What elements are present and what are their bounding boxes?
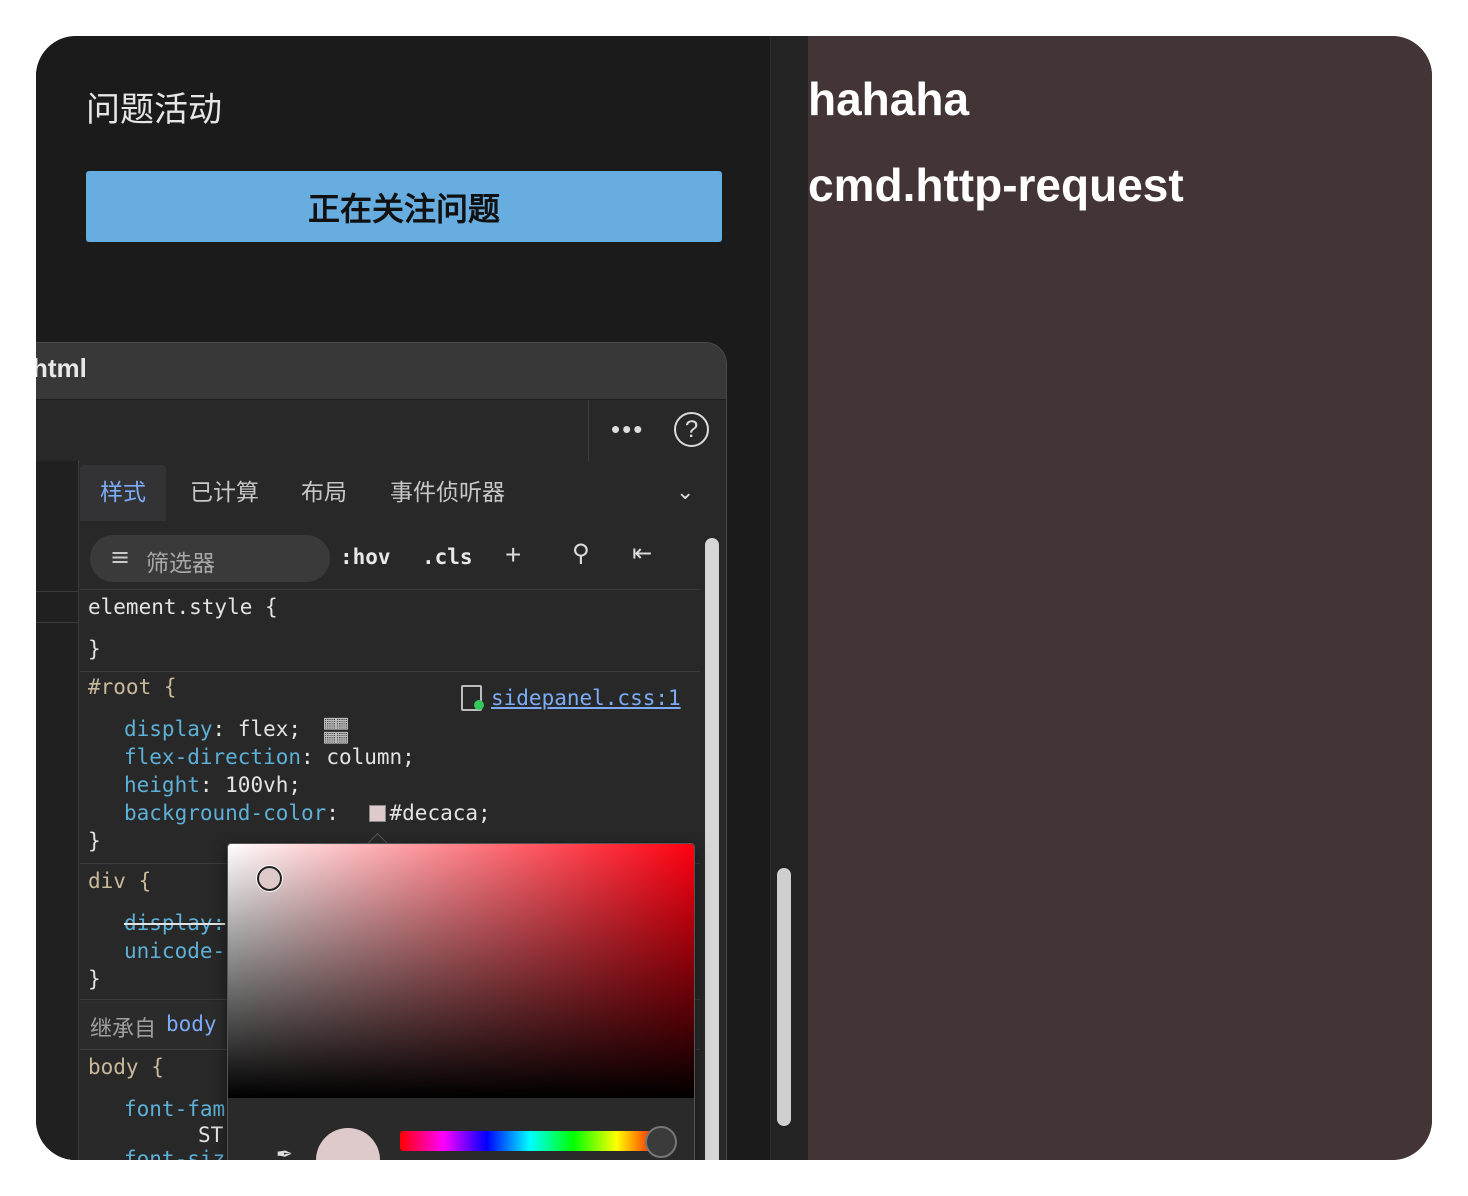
div-rule-selector[interactable]: div { (88, 869, 151, 893)
decl-height[interactable]: height: 100vh; (124, 773, 301, 797)
cls-button[interactable]: .cls (422, 545, 473, 569)
devtools-titlebar[interactable]: html (36, 343, 726, 400)
browser-window: 问题活动 正在关注问题 html ••• ? 样式 已计算 布局 事件侦听器 ⌄ (36, 36, 1432, 1160)
element-style-close: } (88, 637, 101, 661)
decl-display[interactable]: display: flex; (124, 717, 301, 741)
chevron-down-icon[interactable]: ⌄ (676, 479, 694, 505)
saturation-area[interactable] (228, 844, 694, 1098)
page-heading-1: hahaha (808, 73, 970, 125)
inherited-from-link[interactable]: body (166, 1012, 217, 1036)
paint-brush-icon[interactable]: ⚲ (572, 539, 590, 568)
styles-filter-input[interactable]: ≡ 筛选器 (90, 535, 330, 582)
tab-computed[interactable]: 已计算 (190, 465, 259, 521)
side-panel: 问题活动 正在关注问题 html ••• ? 样式 已计算 布局 事件侦听器 ⌄ (36, 36, 770, 1160)
help-circle-icon[interactable]: ? (674, 412, 709, 447)
root-rule-close: } (88, 829, 101, 853)
hue-slider[interactable] (400, 1131, 660, 1151)
decl-div-display[interactable]: display: (124, 911, 225, 935)
decl-body-font-family[interactable]: font-fam (124, 1097, 225, 1121)
more-horizontal-icon[interactable]: ••• (611, 414, 644, 445)
div-rule-close: } (88, 967, 101, 991)
devtools-title: html (36, 353, 87, 383)
eyedropper-icon[interactable]: ✒ (276, 1142, 293, 1160)
filter-icon: ≡ (110, 543, 131, 571)
source-link[interactable]: sidepanel.css:1 (491, 686, 681, 710)
page-heading-2: cmd.http-request (808, 159, 1184, 211)
tab-event-listeners[interactable]: 事件侦听器 (390, 465, 505, 521)
decl-prop: font-siz (124, 1147, 226, 1160)
tab-layout[interactable]: 布局 (301, 465, 347, 521)
decl-value: column; (326, 745, 415, 769)
flexbox-editor-icon[interactable]: ▦▦ ▦▦ (324, 712, 348, 746)
toolbar-divider (588, 400, 589, 461)
styles-toolbar: ≡ 筛选器 :hov .cls + ⚲ ⇤ (80, 525, 700, 590)
decl-prop: flex-direction (124, 745, 302, 769)
styles-scrollbar[interactable] (705, 538, 719, 1160)
body-rule-selector[interactable]: body { (88, 1055, 164, 1079)
root-rule-selector[interactable]: #root { (88, 675, 177, 699)
rule-divider (80, 671, 700, 672)
side-panel-title: 问题活动 (86, 90, 222, 130)
decl-background-color[interactable]: background-color: #decaca; (124, 801, 491, 825)
elements-tree-column[interactable] (36, 461, 79, 1160)
div-selector-text: div { (88, 869, 152, 893)
element-style-open[interactable]: element.style { (88, 595, 278, 619)
filter-placeholder: 筛选器 (146, 551, 215, 577)
decl-div-unicode[interactable]: unicode- (124, 939, 225, 963)
new-style-rule-icon[interactable]: + (505, 539, 521, 571)
devtools-toolbar: ••• ? (36, 400, 726, 462)
root-selector-text: #root { (88, 675, 177, 699)
decl-prop: font-fam (124, 1097, 226, 1121)
color-picker-popup: ✒ (227, 843, 695, 1160)
decl-prop: unicode- (124, 939, 226, 963)
inherited-label: 继承自 (90, 1017, 157, 1042)
decl-flex-direction[interactable]: flex-direction: column; (124, 745, 415, 769)
saturation-handle[interactable] (257, 866, 282, 891)
selected-dom-row[interactable] (36, 591, 78, 623)
hov-button[interactable]: :hov (340, 545, 391, 569)
styles-tabs: 样式 已计算 布局 事件侦听器 ⌄ (80, 461, 726, 525)
decl-value: #decaca; (389, 801, 491, 825)
decl-value: flex; (237, 717, 302, 741)
decl-prop: background-color (124, 801, 327, 825)
decl-prop: display: (124, 911, 226, 935)
color-preview (316, 1128, 380, 1160)
hue-slider-handle[interactable] (645, 1126, 677, 1158)
toggle-sidebar-icon[interactable]: ⇤ (632, 539, 652, 568)
following-issue-button[interactable]: 正在关注问题 (86, 171, 722, 242)
decl-body-font-size[interactable]: font-siz (124, 1147, 225, 1160)
decl-prop: display (124, 717, 213, 741)
body-selector-text: body { (88, 1055, 164, 1079)
tab-styles[interactable]: 样式 (80, 465, 166, 521)
color-swatch[interactable] (369, 805, 386, 822)
page-scrollbar[interactable] (777, 868, 791, 1126)
status-dot-icon (474, 700, 484, 710)
decl-prop: height (124, 773, 200, 797)
decl-value: 100vh; (225, 773, 302, 797)
page-content: hahaha cmd.http-request (808, 36, 1432, 1160)
decl-body-font-family-cont: ST (198, 1123, 224, 1147)
devtools-panel: html ••• ? 样式 已计算 布局 事件侦听器 ⌄ ≡ 筛选器:hov … (36, 342, 727, 1160)
